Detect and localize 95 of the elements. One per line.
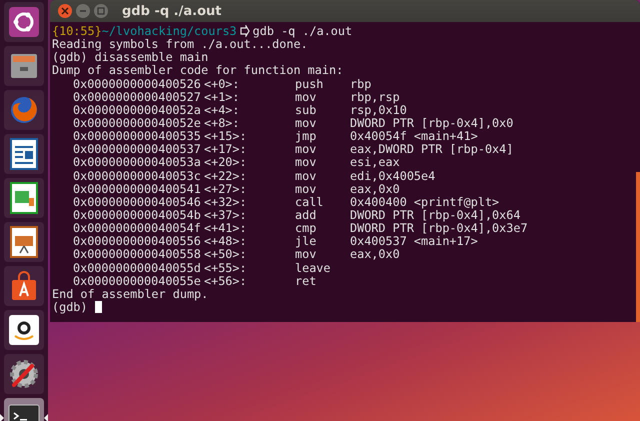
drawer-icon [9,51,39,81]
instruction-mnemonic: mov [295,116,318,130]
instruction-address: 0x0000000000400558 [73,248,202,262]
instruction-mnemonic: cmp [295,222,318,236]
instruction-offset: <+27>: [204,182,248,196]
instruction-address: 0x000000000040053a [73,156,202,170]
gear-wrench-icon [8,358,40,390]
launcher-item[interactable] [4,2,44,42]
instruction-offset: <+0>: [204,78,241,91]
output-line: Reading symbols from ./a.out...done. [52,38,308,52]
instruction-operands: rsp,0x10 [350,104,407,117]
gdb-prompt: (gdb) [52,300,88,314]
command-text: gdb -q ./a.out [252,25,352,38]
instruction-mnemonic: jmp [295,130,318,144]
instruction-offset: <+8>: [204,116,241,130]
instruction-offset: <+50>: [204,248,248,262]
instruction-offset: <+32>: [204,196,248,209]
launcher-item[interactable] [4,222,44,262]
instruction-address: 0x0000000000400556 [73,235,202,248]
shopping-bag-icon [9,271,39,301]
instruction-operands: rbp,rsp [350,90,400,104]
launcher-item[interactable] [4,134,44,174]
instruction-address: 0x0000000000400526 [73,78,202,91]
instruction-offset: <+17>: [204,143,248,156]
prompt-path: ~/lvohacking/cours3 [102,25,237,38]
instruction-mnemonic: call [295,196,324,209]
instruction-address: 0x0000000000400527 [73,90,202,104]
instruction-address: 0x000000000040055e [73,274,202,288]
instruction-offset: <+55>: [204,262,248,275]
fox-globe-icon [9,95,39,125]
instruction-offset: <+22>: [204,170,248,183]
instruction-mnemonic: mov [295,248,318,262]
instruction-operands: eax,0x0 [350,248,400,262]
instruction-address: 0x0000000000400535 [73,130,202,144]
instruction-mnemonic: mov [295,90,316,104]
launcher-item[interactable] [4,266,44,306]
instruction-offset: <+37>: [204,208,248,222]
instruction-operands: DWORD PTR [rbp-0x4],0x3e7 [350,222,528,236]
instruction-mnemonic: mov [295,170,318,183]
instruction-offset: <+41>: [204,222,248,236]
text-cursor [94,300,102,313]
prompt-time: {10:55} [52,25,102,38]
close-button[interactable] [58,4,72,18]
instruction-operands: DWORD PTR [rbp-0x4],0x64 [350,208,520,222]
circle-of-friends-icon [9,7,39,37]
instruction-mnemonic: jle [295,235,318,248]
document-icon [10,138,38,170]
output-line: (gdb) disassemble main [52,51,208,64]
instruction-address: 0x0000000000400546 [73,196,202,209]
instruction-mnemonic: add [295,208,318,222]
instruction-mnemonic: mov [295,156,318,170]
instruction-mnemonic: sub [295,104,318,117]
arrow-icon [240,25,250,37]
close-icon [61,7,69,15]
instruction-offset: <+4>: [204,104,241,117]
instruction-address: 0x000000000040054f [73,222,202,236]
instruction-address: 0x000000000040052e [73,116,202,130]
instruction-offset: <+56>: [204,274,248,288]
instruction-address: 0x000000000040052a [73,104,202,117]
instruction-address: 0x000000000040055d [73,262,202,275]
instruction-address: 0x000000000040054b [73,208,202,222]
instruction-address: 0x0000000000400537 [73,143,202,156]
instruction-mnemonic: mov [295,182,318,196]
instruction-offset: <+1>: [204,90,241,104]
output-line: Dump of assembler code for function main: [52,64,344,78]
instruction-offset: <+15>: [204,130,248,144]
instruction-mnemonic: push [295,78,324,91]
instruction-operands: 0x40054f <main+41> [350,130,478,144]
output-line: End of assembler dump. [52,288,208,301]
instruction-mnemonic: ret [295,274,318,288]
instruction-operands: 0x400537 <main+17> [350,235,478,248]
instruction-operands: eax,DWORD PTR [rbp-0x4] [350,143,514,156]
instruction-operands: 0x400400 <printf@plt> [350,196,500,209]
maximize-icon [97,7,105,15]
window-title: gdb -q ./a.out [122,4,222,18]
launcher-item[interactable] [4,354,44,394]
presentation-icon [10,226,38,258]
instruction-operands: eax,0x0 [350,182,400,196]
launcher-item[interactable] [4,178,44,218]
minimize-button[interactable] [76,4,90,18]
maximize-button[interactable] [94,4,108,18]
launcher-item[interactable] [4,310,44,350]
scrollbar-thumb[interactable] [636,172,640,322]
instruction-mnemonic: mov [295,143,318,156]
focus-indicator [44,414,48,421]
spreadsheet-icon [10,182,38,214]
instruction-operands: esi,eax [350,156,400,170]
instruction-offset: <+20>: [204,156,248,170]
instruction-offset: <+48>: [204,235,248,248]
instruction-operands: DWORD PTR [rbp-0x4],0x0 [350,116,514,130]
instruction-operands: edi,0x4005e4 [350,170,436,183]
instruction-address: 0x0000000000400541 [73,182,202,196]
instruction-address: 0x000000000040053c [73,170,202,183]
instruction-mnemonic: leave [295,262,332,275]
instruction-operands: rbp [350,78,372,91]
